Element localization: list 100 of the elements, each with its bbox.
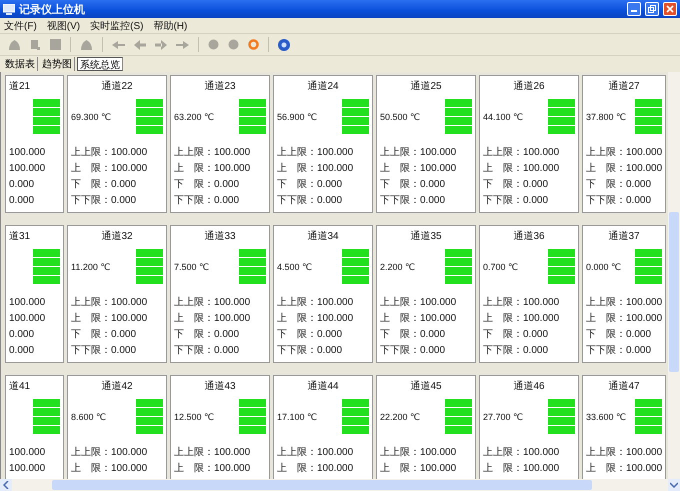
limit-text: 上上限：100.000	[174, 297, 252, 308]
limit-text: 上 限：100.000	[586, 163, 662, 174]
limit-text: 上 限：100.000	[586, 463, 662, 474]
limit-text: 100.000	[9, 447, 46, 458]
limit-text: 0.000	[9, 345, 36, 356]
minimize-button[interactable]	[627, 2, 641, 16]
channel-title: 通道27	[608, 80, 640, 93]
menu-item[interactable]: 视图(V)	[46, 18, 80, 32]
limit-text: 上 限：100.000	[71, 313, 148, 324]
help-icon[interactable]	[278, 38, 290, 50]
channel-title: 通道25	[410, 80, 442, 93]
level-bars-icon	[445, 249, 472, 285]
tab[interactable]: 数据表	[3, 57, 38, 71]
temperature-reading: 69.300 ℃	[71, 112, 112, 122]
limit-text: 下下限：0.000	[174, 345, 240, 356]
limit-text: 上上限：100.000	[586, 297, 662, 308]
channel-title: 通道44	[307, 380, 339, 393]
channel-title: 通道46	[513, 380, 545, 393]
limit-text: 下下限：0.000	[277, 345, 344, 356]
scroll-left-button[interactable]	[0, 479, 12, 491]
temperature-reading: 11.200 ℃	[71, 262, 110, 272]
channel-title: 通道26	[513, 80, 545, 93]
limit-text: 上上限：100.000	[380, 297, 458, 308]
level-bars-icon	[445, 399, 472, 435]
level-bars-icon	[239, 399, 266, 435]
channel-title: 通道24	[307, 80, 339, 93]
limit-text: 100.000	[9, 163, 46, 174]
menu-item[interactable]: 帮助(H)	[153, 18, 188, 32]
limit-text: 上 限：100.000	[71, 163, 148, 174]
limit-text: 上上限：100.000	[483, 297, 560, 308]
limit-text: 下下限：0.000	[380, 195, 446, 206]
limit-text: 上上限：100.000	[277, 447, 354, 458]
level-bars-icon	[548, 99, 575, 135]
level-bars-icon	[635, 399, 662, 435]
limit-text: 0.000	[9, 179, 36, 190]
temperature-reading: 44.100 ℃	[483, 112, 524, 122]
limit-text: 上上限：100.000	[483, 147, 560, 158]
limit-text: 上 限：100.000	[380, 463, 458, 474]
channel-title: 通道43	[204, 380, 236, 393]
limit-text: 上上限：100.000	[71, 447, 148, 458]
close-icon	[666, 5, 674, 13]
limit-text: 上 限：100.000	[277, 313, 354, 324]
restore-icon	[648, 5, 656, 13]
menu-item[interactable]: 实时监控(S)	[90, 18, 144, 32]
temperature-reading: 12.500 ℃	[174, 412, 214, 422]
limit-text: 下下限：0.000	[380, 345, 446, 356]
level-bars-icon	[136, 399, 163, 435]
stop-icon[interactable]	[50, 39, 61, 50]
limit-text: 下 限：0.000	[174, 329, 240, 340]
limit-text: 0.000	[9, 195, 36, 206]
scroll-down-button[interactable]	[668, 479, 680, 491]
limit-text: 上上限：100.000	[586, 447, 662, 458]
circle-icon[interactable]	[208, 39, 219, 50]
limit-text: 上 限：100.000	[174, 463, 252, 474]
channel-title: 通道37	[608, 230, 640, 243]
tab[interactable]: 趋势图	[40, 57, 75, 71]
forward-arrow-icon[interactable]	[155, 40, 167, 50]
level-bars-icon	[548, 399, 575, 435]
channel-title: 道31	[9, 230, 30, 243]
limit-text: 下 限：0.000	[380, 179, 446, 190]
limit-text: 上上限：100.000	[277, 147, 354, 158]
temperature-reading: 22.200 ℃	[380, 412, 420, 422]
limit-text: 上 限：100.000	[483, 163, 560, 174]
document-icon[interactable]	[30, 38, 41, 50]
limit-text: 下 限：0.000	[483, 179, 550, 190]
limit-text: 100.000	[9, 147, 46, 158]
limit-text: 下下限：0.000	[174, 195, 240, 206]
channel-title: 通道42	[101, 380, 133, 393]
channel-title: 通道45	[410, 380, 442, 393]
limit-text: 下下限：0.000	[277, 195, 344, 206]
menu-item[interactable]: 文件(F)	[4, 18, 37, 32]
temperature-reading: 0.700 ℃	[483, 262, 518, 272]
vertical-scrollbar[interactable]	[668, 72, 680, 491]
limit-text: 下下限：0.000	[71, 345, 138, 356]
circle-icon[interactable]	[228, 39, 239, 50]
limit-text: 上 限：100.000	[71, 463, 148, 474]
channel-title: 通道35	[410, 230, 442, 243]
limit-text: 下 限：0.000	[277, 329, 344, 340]
limit-text: 100.000	[9, 313, 46, 324]
temperature-reading: 17.100 ℃	[277, 412, 318, 422]
tab[interactable]: 系统总览	[77, 57, 123, 71]
horizontal-scrollbar[interactable]	[0, 479, 668, 491]
limit-text: 上 限：100.000	[380, 163, 458, 174]
limit-text: 下 限：0.000	[483, 329, 550, 340]
limit-text: 上 限：100.000	[174, 163, 252, 174]
restore-button[interactable]	[645, 2, 659, 16]
limit-text: 上上限：100.000	[71, 297, 148, 308]
limit-text: 下下限：0.000	[483, 195, 550, 206]
limit-text: 上上限：100.000	[174, 447, 252, 458]
limit-text: 下 限：0.000	[586, 179, 652, 190]
limit-text: 上 限：100.000	[586, 313, 662, 324]
temperature-reading: 56.900 ℃	[277, 112, 318, 122]
limit-text: 下下限：0.000	[71, 195, 138, 206]
close-button[interactable]	[663, 2, 677, 16]
level-bars-icon	[635, 249, 662, 285]
back-arrow-icon[interactable]	[134, 40, 146, 50]
temperature-reading: 50.500 ℃	[380, 112, 420, 122]
limit-text: 上 限：100.000	[380, 313, 458, 324]
channel-title: 道41	[9, 380, 30, 393]
ring-icon[interactable]	[248, 39, 259, 50]
